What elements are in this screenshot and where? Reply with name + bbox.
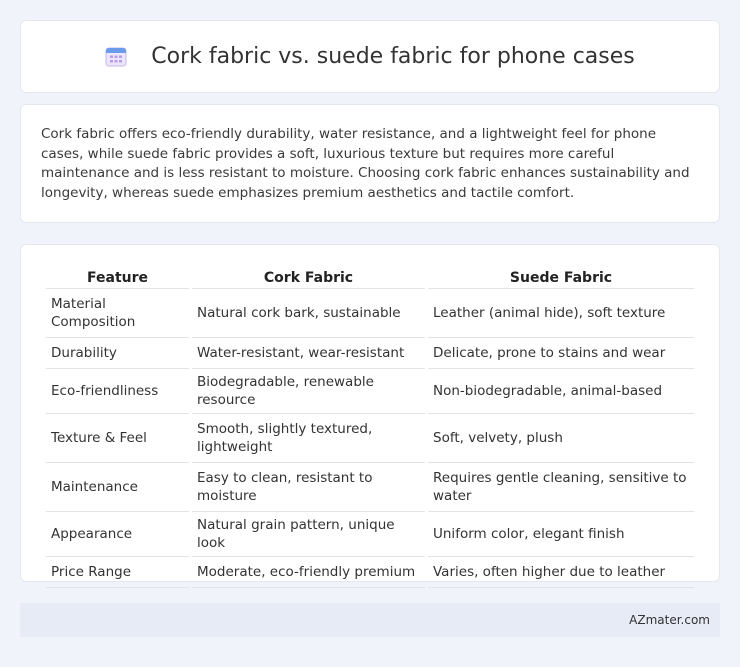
suede-cell: Requires gentle cleaning, sensitive to w… bbox=[428, 463, 694, 512]
header-suede-fabric: Suede Fabric bbox=[428, 263, 694, 289]
comparison-table: Feature Cork Fabric Suede Fabric Materia… bbox=[43, 263, 697, 588]
summary-text: Cork fabric offers eco-friendly durabili… bbox=[41, 126, 690, 201]
suede-cell: Leather (animal hide), soft texture bbox=[428, 289, 694, 338]
feature-cell: Maintenance bbox=[46, 463, 189, 512]
feature-cell: Texture & Feel bbox=[46, 414, 189, 463]
suede-cell: Delicate, prone to stains and wear bbox=[428, 338, 694, 369]
feature-cell: Price Range bbox=[46, 557, 189, 588]
feature-cell: Durability bbox=[46, 338, 189, 369]
cork-cell: Water-resistant, wear-resistant bbox=[192, 338, 425, 369]
suede-cell: Soft, velvety, plush bbox=[428, 414, 694, 463]
suede-cell: Non-biodegradable, animal-based bbox=[428, 369, 694, 414]
cork-cell: Natural cork bark, sustainable bbox=[192, 289, 425, 338]
header-cork-fabric: Cork Fabric bbox=[192, 263, 425, 289]
cork-cell: Moderate, eco-friendly premium bbox=[192, 557, 425, 588]
summary-card: Cork fabric offers eco-friendly durabili… bbox=[20, 104, 720, 223]
comparison-table-card: Feature Cork Fabric Suede Fabric Materia… bbox=[20, 244, 720, 588]
page-title: Cork fabric vs. suede fabric for phone c… bbox=[151, 44, 635, 69]
calendar-icon bbox=[105, 47, 127, 66]
table-row: Price Range Moderate, eco-friendly premi… bbox=[46, 557, 694, 588]
feature-cell: Material Composition bbox=[46, 289, 189, 338]
table-row: Texture & Feel Smooth, slightly textured… bbox=[46, 414, 694, 463]
suede-cell: Uniform color, elegant finish bbox=[428, 512, 694, 557]
suede-cell: Varies, often higher due to leather bbox=[428, 557, 694, 588]
cork-cell: Smooth, slightly textured, lightweight bbox=[192, 414, 425, 463]
cork-cell: Natural grain pattern, unique look bbox=[192, 512, 425, 557]
table-row: Appearance Natural grain pattern, unique… bbox=[46, 512, 694, 557]
table-row: Durability Water-resistant, wear-resista… bbox=[46, 338, 694, 369]
cork-cell: Easy to clean, resistant to moisture bbox=[192, 463, 425, 512]
title-card: Cork fabric vs. suede fabric for phone c… bbox=[20, 20, 720, 93]
table-row: Material Composition Natural cork bark, … bbox=[46, 289, 694, 338]
table-header-row: Feature Cork Fabric Suede Fabric bbox=[46, 263, 694, 289]
table-row: Maintenance Easy to clean, resistant to … bbox=[46, 463, 694, 512]
feature-cell: Appearance bbox=[46, 512, 189, 557]
table-row: Eco-friendliness Biodegradable, renewabl… bbox=[46, 369, 694, 414]
footer-bar: AZmater.com bbox=[20, 603, 720, 637]
feature-cell: Eco-friendliness bbox=[46, 369, 189, 414]
header-feature: Feature bbox=[46, 263, 189, 289]
cork-cell: Biodegradable, renewable resource bbox=[192, 369, 425, 414]
footer-site-link[interactable]: AZmater.com bbox=[629, 613, 710, 627]
